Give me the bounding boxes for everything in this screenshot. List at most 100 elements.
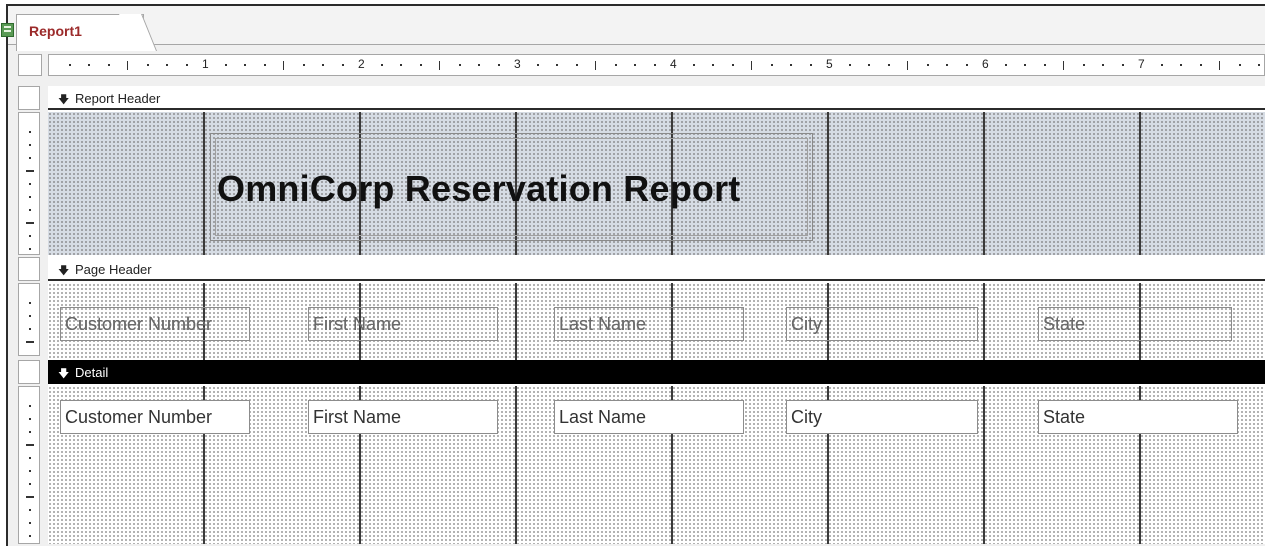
- ruler-dot: [146, 64, 149, 66]
- ruler-dot: [400, 64, 402, 66]
- ruler-number: 3: [514, 57, 521, 71]
- report-header-label: Report Header: [75, 91, 161, 106]
- ruler-dot: [68, 64, 71, 66]
- page-header-label: Page Header: [75, 262, 152, 277]
- report-title-label[interactable]: OmniCorp Reservation Report: [210, 133, 813, 241]
- ruler-dot: [770, 64, 773, 66]
- ruler-dot: [653, 64, 656, 66]
- label-last-name[interactable]: Last Name: [554, 307, 744, 341]
- ruler-dot: [380, 64, 383, 66]
- ruler-dot: [868, 64, 870, 66]
- page-header-bar[interactable]: 🡇 Page Header: [48, 257, 1265, 281]
- section-arrow-icon: 🡇: [58, 368, 70, 380]
- report-header-section[interactable]: OmniCorp Reservation Report: [48, 112, 1265, 255]
- ruler-dot: [556, 64, 558, 66]
- ruler-dot: [614, 64, 617, 66]
- ruler-mark: [29, 157, 31, 159]
- detail-section[interactable]: Customer Number First Name Last Name Cit…: [48, 386, 1265, 544]
- ruler-dot: [322, 64, 324, 66]
- ruler-mark: [26, 341, 34, 343]
- ruler-mark: [26, 444, 34, 446]
- ruler-dot: [712, 64, 714, 66]
- ruler-dot: [419, 64, 422, 66]
- ruler-dot: [634, 64, 636, 66]
- ruler-dot: [341, 64, 344, 66]
- tab-label: Report1: [29, 23, 82, 39]
- vertical-ruler-page-header[interactable]: [18, 283, 40, 356]
- ruler-tick: [595, 61, 596, 70]
- ruler-number: 6: [982, 57, 989, 71]
- ruler-mark: [29, 509, 31, 511]
- ruler-mark: [29, 328, 31, 330]
- ruler-dot: [1180, 64, 1182, 66]
- ruler-number: 4: [670, 57, 677, 71]
- detail-selector[interactable]: [18, 360, 40, 384]
- ruler-dot: [263, 64, 266, 66]
- tab-report1[interactable]: Report1: [1, 14, 144, 51]
- ruler-dot: [809, 64, 812, 66]
- report-header-selector[interactable]: [18, 86, 40, 110]
- ruler-dot: [790, 64, 792, 66]
- ruler-dot: [848, 64, 851, 66]
- ruler-mark: [29, 431, 31, 433]
- page-header-section[interactable]: Customer Number First Name Last Name Cit…: [48, 283, 1265, 360]
- label-city[interactable]: City: [786, 307, 978, 341]
- ruler-tick: [283, 61, 284, 70]
- ruler-number: 7: [1138, 57, 1145, 71]
- ruler-mark: [29, 470, 31, 472]
- ruler-mark: [29, 457, 31, 459]
- detail-bar[interactable]: 🡇 Detail: [48, 360, 1265, 384]
- ruler-dot: [1082, 64, 1085, 66]
- ruler-dot: [244, 64, 246, 66]
- horizontal-ruler[interactable]: 1 2 3 4 5 6 7: [48, 54, 1265, 76]
- ruler-tick: [907, 61, 908, 70]
- label-customer-number[interactable]: Customer Number: [60, 307, 250, 341]
- ruler-dot: [1160, 64, 1163, 66]
- field-city[interactable]: City: [786, 400, 978, 434]
- ruler-mark: [29, 248, 31, 250]
- ruler-mark: [29, 131, 31, 133]
- ruler-dot: [302, 64, 305, 66]
- ruler-dot: [1024, 64, 1026, 66]
- ruler-mark: [26, 170, 34, 172]
- ruler-tick: [127, 61, 128, 70]
- ruler-dot: [458, 64, 461, 66]
- section-arrow-icon: 🡇: [58, 94, 70, 106]
- ruler-dot: [887, 64, 890, 66]
- design-surface: 🡇 Report Header OmniCorp Reservation Repo…: [48, 86, 1265, 544]
- ruler-dot: [88, 64, 90, 66]
- vertical-ruler-detail[interactable]: [18, 386, 40, 544]
- ruler-dot: [1121, 64, 1124, 66]
- ruler-dot: [1102, 64, 1104, 66]
- ruler-mark: [29, 315, 31, 317]
- vertical-ruler-report-header[interactable]: [18, 112, 40, 255]
- ruler-mark: [29, 522, 31, 524]
- field-state[interactable]: State: [1038, 400, 1238, 434]
- ruler-dot: [107, 64, 110, 66]
- ruler-dot: [497, 64, 500, 66]
- ruler-mark: [29, 209, 31, 211]
- page-header-selector[interactable]: [18, 257, 40, 281]
- field-customer-number[interactable]: Customer Number: [60, 400, 250, 434]
- section-arrow-icon: 🡇: [58, 265, 70, 277]
- ruler-tick: [751, 61, 752, 70]
- report-selector[interactable]: [18, 54, 42, 76]
- ruler-dot: [1258, 64, 1260, 66]
- ruler-dot: [1199, 64, 1202, 66]
- report-header-bar[interactable]: 🡇 Report Header: [48, 86, 1265, 110]
- label-state[interactable]: State: [1038, 307, 1232, 341]
- ruler-dot: [185, 64, 188, 66]
- ruler-mark: [29, 302, 31, 304]
- field-last-name[interactable]: Last Name: [554, 400, 744, 434]
- ruler-mark: [29, 196, 31, 198]
- ruler-dot: [1004, 64, 1007, 66]
- ruler-tick: [1063, 61, 1064, 70]
- ruler-number: 5: [826, 57, 833, 71]
- ruler-dot: [692, 64, 695, 66]
- ruler-mark: [29, 535, 31, 537]
- ruler-mark: [29, 483, 31, 485]
- ruler-tick: [439, 61, 440, 70]
- ruler-mark: [29, 405, 31, 407]
- field-first-name[interactable]: First Name: [308, 400, 498, 434]
- label-first-name[interactable]: First Name: [308, 307, 498, 341]
